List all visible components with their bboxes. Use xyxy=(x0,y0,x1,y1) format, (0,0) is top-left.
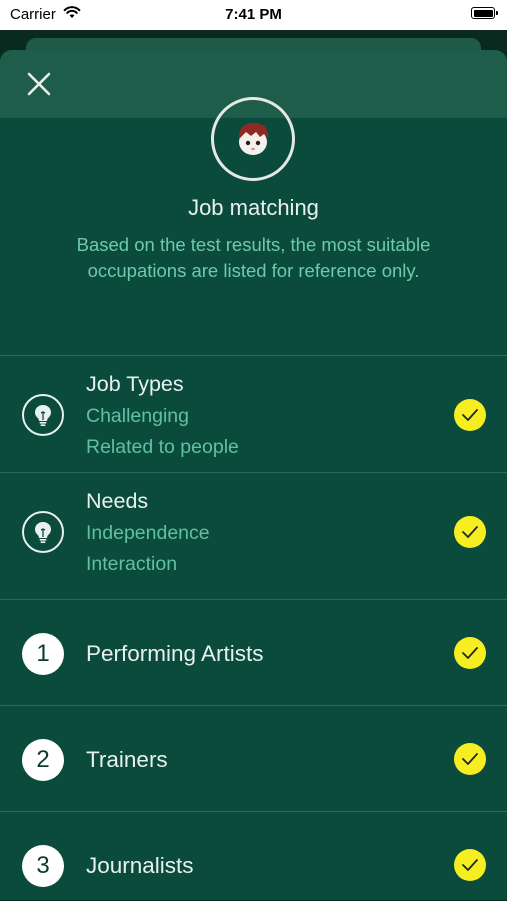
criteria-value: Interaction xyxy=(86,553,178,575)
status-bar: Carrier 7:41 PM xyxy=(0,0,507,30)
criteria-heading: Needs xyxy=(86,489,149,513)
criteria-row-needs: Needs Independence Interaction xyxy=(0,472,507,600)
lightbulb-icon xyxy=(35,405,51,426)
close-icon[interactable] xyxy=(24,69,54,99)
check-icon xyxy=(454,637,486,669)
clock: 7:41 PM xyxy=(225,6,282,23)
occupation-row[interactable]: 1 Performing Artists xyxy=(0,599,507,706)
criteria-value: Challenging xyxy=(86,405,189,427)
occupation-label: Journalists xyxy=(86,853,194,878)
criteria-heading: Job Types xyxy=(86,372,184,396)
occupation-row[interactable]: 2 Trainers xyxy=(0,705,507,812)
occupation-label: Performing Artists xyxy=(86,641,264,666)
check-icon xyxy=(454,849,486,881)
page-title: Job matching xyxy=(188,195,319,220)
avatar xyxy=(211,97,295,181)
occupation-label: Trainers xyxy=(86,747,168,772)
check-icon xyxy=(454,516,486,548)
rank-badge: 2 xyxy=(22,739,64,781)
lightbulb-icon xyxy=(35,522,51,543)
criteria-value: Related to people xyxy=(86,436,239,458)
criteria-value: Independence xyxy=(86,522,210,544)
boy-avatar-icon xyxy=(238,123,269,155)
criteria-icon-container xyxy=(22,511,64,553)
rank-badge: 3 xyxy=(22,845,64,887)
check-icon xyxy=(454,399,486,431)
check-icon xyxy=(454,743,486,775)
criteria-icon-container xyxy=(22,394,64,436)
criteria-row-job-types: Job Types Challenging Related to people xyxy=(0,355,507,473)
page-subtitle: Based on the test results, the most suit… xyxy=(76,234,431,281)
battery-icon xyxy=(471,7,498,19)
rank-badge: 1 xyxy=(22,633,64,675)
occupation-row[interactable]: 3 Journalists xyxy=(0,811,507,901)
